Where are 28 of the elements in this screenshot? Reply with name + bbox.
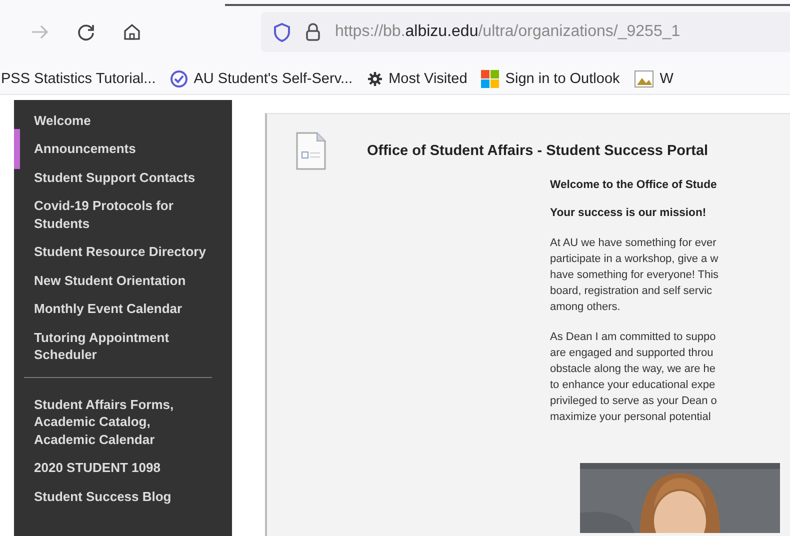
bookmark[interactable]: PSS Statistics Tutorial... bbox=[1, 71, 156, 87]
paragraph: At AU we have something for ever participate in a workshop, give a w have something for everyone! This board, registration and self servic among others. bbox=[550, 236, 720, 315]
sidebar-item[interactable]: Student Success Blog bbox=[14, 482, 232, 510]
content-heading: Welcome to the Office of Stude bbox=[550, 179, 718, 191]
windows-logo-icon bbox=[481, 70, 500, 88]
paragraph: As Dean I am committed to suppo are engaged and supported throu obstacle along the way, we are he to enhance your educational expe privileged to serve as your Dean o maximize your personal potential bbox=[550, 330, 718, 425]
sidebar-item[interactable]: Covid-19 Protocols for Students bbox=[14, 192, 232, 238]
sidebar-item[interactable]: Student Affairs Forms, Academic Catalog, Academic Calendar bbox=[14, 390, 232, 454]
document-icon bbox=[295, 131, 327, 171]
lock-icon bbox=[305, 22, 321, 42]
shield-icon bbox=[273, 22, 291, 42]
content-heading: Your success is our mission! bbox=[550, 207, 708, 219]
page-title: Office of Student Affairs - Student Success Portal bbox=[367, 143, 708, 159]
sidebar-item[interactable]: Monthly Event Calendar bbox=[14, 294, 232, 323]
bookmark[interactable]: W bbox=[634, 70, 674, 88]
sidebar-item[interactable]: 2020 STUDENT 1098 bbox=[14, 454, 232, 482]
bookmark[interactable]: AU Student's Self-Serv... bbox=[170, 70, 353, 88]
home-icon[interactable] bbox=[122, 22, 142, 42]
sidebar-item[interactable]: New Student Orientation bbox=[14, 266, 232, 294]
reload-icon[interactable] bbox=[76, 22, 96, 42]
bookmark[interactable]: Sign in to Outlook bbox=[481, 70, 620, 88]
bookmark[interactable]: Most Visited bbox=[366, 71, 468, 87]
check-circle-icon bbox=[170, 70, 188, 88]
address-bar[interactable]: https://bb.albizu.edu/ultra/organizations/_9255_1 bbox=[261, 12, 790, 52]
sidebar-item[interactable]: Student Resource Directory bbox=[14, 238, 232, 266]
image-icon bbox=[634, 70, 654, 88]
gear-icon bbox=[366, 71, 383, 87]
sidebar-item[interactable]: Tutoring Appointment Scheduler bbox=[14, 323, 232, 369]
